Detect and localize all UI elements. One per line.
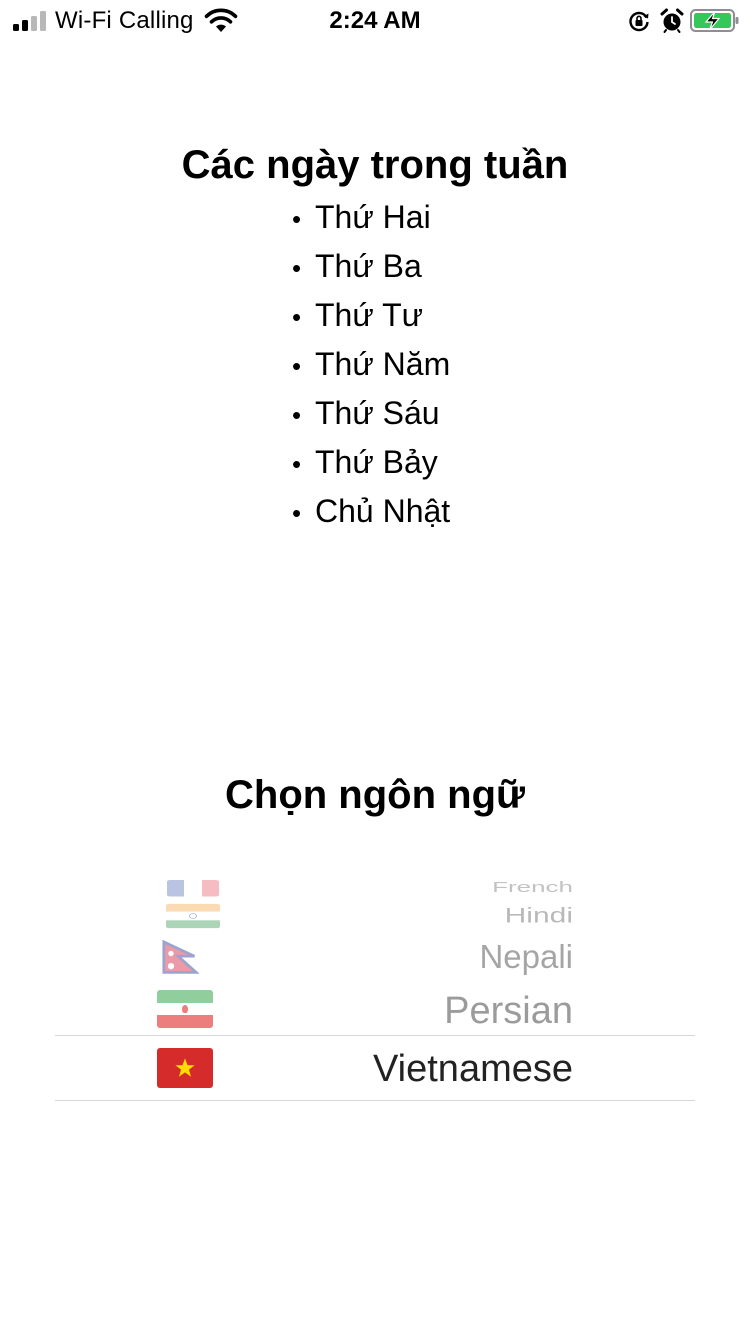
bullet: • [292, 302, 302, 332]
bullet: • [292, 449, 302, 479]
weekdays-list: • Thứ Hai • Thứ Ba • Thứ Tư • Thứ Năm • Thứ S… [292, 193, 450, 536]
picker-option-vietnamese[interactable]: Vietnamese [55, 1040, 695, 1098]
picker-option-label: Nepali [479, 938, 573, 975]
list-item: • Thứ Hai [292, 193, 450, 242]
weekday-label: Thứ Năm [315, 346, 451, 382]
picker-option-label: Hindi [504, 903, 573, 928]
list-item: • Chủ Nhật [292, 487, 450, 536]
weekday-label: Thứ Bảy [315, 444, 438, 480]
nepal-flag-icon [162, 940, 200, 974]
picker-option-label: Persian [444, 990, 573, 1032]
picker-option-french[interactable]: French [55, 880, 695, 897]
weekday-label: Thứ Sáu [315, 395, 440, 431]
weekday-label: Thứ Ba [315, 248, 422, 284]
picker-option-label: French [492, 880, 573, 896]
bullet: • [292, 400, 302, 430]
list-item: • Thứ Ba [292, 242, 450, 291]
picker-option-persian[interactable]: Persian [55, 988, 695, 1034]
india-flag-icon [166, 903, 220, 929]
list-item: • Thứ Năm [292, 340, 450, 389]
language-picker-wheel[interactable]: French Hindi Nepali Persian Vietnamese [55, 880, 695, 1110]
bullet: • [292, 351, 302, 381]
weekday-label: Thứ Tư [315, 297, 424, 333]
picker-option-nepali[interactable]: Nepali [55, 938, 695, 978]
iran-flag-icon [157, 990, 213, 1028]
weekdays-title: Các ngày trong tuần [181, 143, 569, 187]
picker-option-label: Vietnamese [373, 1048, 573, 1090]
bullet: • [292, 498, 302, 528]
bullet: • [292, 204, 302, 234]
weekday-label: Chủ Nhật [315, 493, 451, 529]
list-item: • Thứ Tư [292, 291, 450, 340]
status-bar: Wi-Fi Calling 2:24 AM [0, 0, 750, 42]
list-item: • Thứ Sáu [292, 389, 450, 438]
france-flag-icon [167, 880, 219, 897]
vietnam-flag-icon [157, 1048, 213, 1088]
bullet: • [292, 253, 302, 283]
weekday-label: Thứ Hai [315, 199, 431, 235]
picker-option-hindi[interactable]: Hindi [55, 903, 695, 929]
battery-charging-icon [690, 9, 739, 32]
selection-indicator-top [55, 1035, 695, 1036]
list-item: • Thứ Bảy [292, 438, 450, 487]
selection-indicator-bottom [55, 1100, 695, 1101]
alarm-clock-icon [660, 8, 684, 33]
language-picker-title: Chọn ngôn ngữ [225, 773, 525, 817]
orientation-lock-icon [629, 11, 649, 32]
